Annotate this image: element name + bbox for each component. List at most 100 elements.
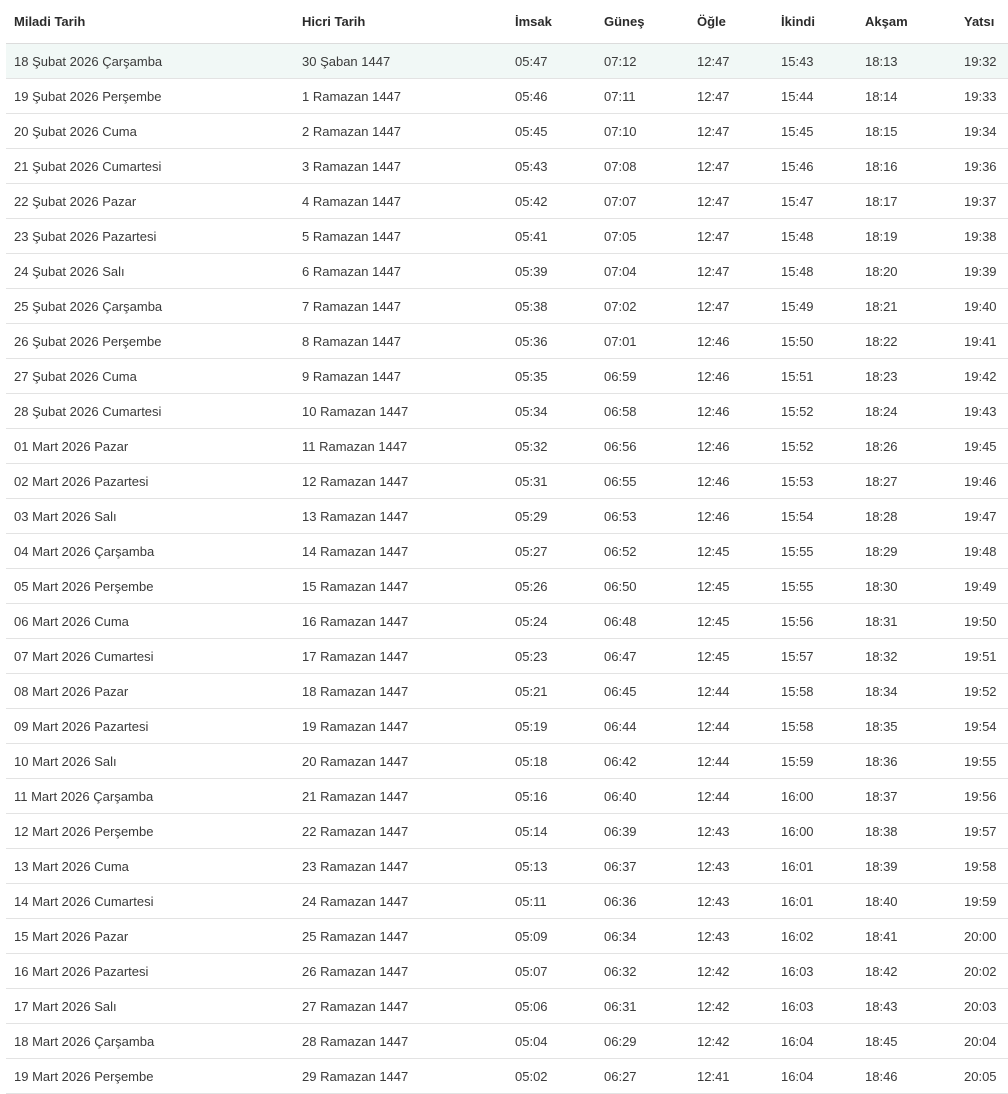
cell-gunes: 06:48 bbox=[604, 603, 697, 639]
table-row: 07 Mart 2026 Cumartesi 17 Ramazan 1447 05:… bbox=[6, 638, 1008, 674]
cell-hicri-tarih: 10 Ramazan 1447 bbox=[302, 393, 515, 429]
cell-gunes: 06:59 bbox=[604, 358, 697, 394]
table-row: 14 Mart 2026 Cumartesi 24 Ramazan 1447 05:… bbox=[6, 883, 1008, 919]
cell-yatsi: 19:40 bbox=[964, 288, 1008, 324]
table-row: 13 Mart 2026 Cuma 23 Ramazan 1447 05:13 06:… bbox=[6, 848, 1008, 884]
table-row: 06 Mart 2026 Cuma 16 Ramazan 1447 05:24 06:… bbox=[6, 603, 1008, 639]
cell-ikindi: 15:48 bbox=[781, 253, 865, 289]
cell-gunes: 07:07 bbox=[604, 183, 697, 219]
cell-ikindi: 15:52 bbox=[781, 428, 865, 464]
cell-ogle: 12:44 bbox=[697, 673, 781, 709]
cell-ogle: 12:46 bbox=[697, 393, 781, 429]
cell-gunes: 06:37 bbox=[604, 848, 697, 884]
cell-imsak: 05:24 bbox=[515, 603, 604, 639]
cell-gunes: 06:47 bbox=[604, 638, 697, 674]
cell-hicri-tarih: 29 Ramazan 1447 bbox=[302, 1058, 515, 1094]
cell-hicri-tarih: 22 Ramazan 1447 bbox=[302, 813, 515, 849]
cell-ogle: 12:45 bbox=[697, 533, 781, 569]
cell-imsak: 05:32 bbox=[515, 428, 604, 464]
cell-ogle: 12:43 bbox=[697, 813, 781, 849]
cell-aksam: 18:22 bbox=[865, 323, 964, 359]
cell-yatsi: 19:38 bbox=[964, 218, 1008, 254]
cell-miladi-tarih: 22 Şubat 2026 Pazar bbox=[6, 183, 302, 219]
cell-ogle: 12:46 bbox=[697, 358, 781, 394]
cell-ogle: 12:46 bbox=[697, 463, 781, 499]
cell-hicri-tarih: 5 Ramazan 1447 bbox=[302, 218, 515, 254]
cell-imsak: 05:42 bbox=[515, 183, 604, 219]
cell-miladi-tarih: 17 Mart 2026 Salı bbox=[6, 988, 302, 1024]
cell-yatsi: 19:33 bbox=[964, 78, 1008, 114]
cell-ikindi: 15:58 bbox=[781, 708, 865, 744]
cell-hicri-tarih: 11 Ramazan 1447 bbox=[302, 428, 515, 464]
table-row: 12 Mart 2026 Perşembe 22 Ramazan 1447 05:1… bbox=[6, 813, 1008, 849]
cell-hicri-tarih: 28 Ramazan 1447 bbox=[302, 1023, 515, 1059]
cell-ogle: 12:43 bbox=[697, 883, 781, 919]
cell-ikindi: 16:03 bbox=[781, 953, 865, 989]
cell-hicri-tarih: 26 Ramazan 1447 bbox=[302, 953, 515, 989]
cell-ikindi: 15:55 bbox=[781, 568, 865, 604]
cell-ogle: 12:44 bbox=[697, 778, 781, 814]
cell-aksam: 18:32 bbox=[865, 638, 964, 674]
cell-miladi-tarih: 11 Mart 2026 Çarşamba bbox=[6, 778, 302, 814]
cell-yatsi: 19:45 bbox=[964, 428, 1008, 464]
cell-gunes: 07:08 bbox=[604, 148, 697, 184]
cell-ogle: 12:47 bbox=[697, 253, 781, 289]
cell-aksam: 18:24 bbox=[865, 393, 964, 429]
cell-imsak: 05:23 bbox=[515, 638, 604, 674]
cell-gunes: 06:42 bbox=[604, 743, 697, 779]
cell-aksam: 18:28 bbox=[865, 498, 964, 534]
cell-aksam: 18:29 bbox=[865, 533, 964, 569]
cell-ikindi: 16:04 bbox=[781, 1058, 865, 1094]
table-row: 05 Mart 2026 Perşembe 15 Ramazan 1447 05:2… bbox=[6, 568, 1008, 604]
table-row: 26 Şubat 2026 Perşembe 8 Ramazan 1447 05:3… bbox=[6, 323, 1008, 359]
col-header-ikindi: İkindi bbox=[781, 0, 865, 44]
cell-miladi-tarih: 05 Mart 2026 Perşembe bbox=[6, 568, 302, 604]
cell-yatsi: 19:49 bbox=[964, 568, 1008, 604]
cell-hicri-tarih: 4 Ramazan 1447 bbox=[302, 183, 515, 219]
cell-hicri-tarih: 20 Ramazan 1447 bbox=[302, 743, 515, 779]
cell-imsak: 05:26 bbox=[515, 568, 604, 604]
cell-hicri-tarih: 2 Ramazan 1447 bbox=[302, 113, 515, 149]
cell-ogle: 12:47 bbox=[697, 218, 781, 254]
cell-imsak: 05:04 bbox=[515, 1023, 604, 1059]
cell-gunes: 07:12 bbox=[604, 43, 697, 79]
cell-yatsi: 20:02 bbox=[964, 953, 1008, 989]
cell-imsak: 05:16 bbox=[515, 778, 604, 814]
cell-yatsi: 19:56 bbox=[964, 778, 1008, 814]
cell-imsak: 05:19 bbox=[515, 708, 604, 744]
cell-aksam: 18:39 bbox=[865, 848, 964, 884]
table-row: 09 Mart 2026 Pazartesi 19 Ramazan 1447 05:… bbox=[6, 708, 1008, 744]
cell-ogle: 12:46 bbox=[697, 428, 781, 464]
table-row: 22 Şubat 2026 Pazar 4 Ramazan 1447 05:42 07… bbox=[6, 183, 1008, 219]
cell-hicri-tarih: 14 Ramazan 1447 bbox=[302, 533, 515, 569]
cell-hicri-tarih: 27 Ramazan 1447 bbox=[302, 988, 515, 1024]
cell-ikindi: 15:52 bbox=[781, 393, 865, 429]
cell-imsak: 05:14 bbox=[515, 813, 604, 849]
cell-yatsi: 19:52 bbox=[964, 673, 1008, 709]
cell-gunes: 07:11 bbox=[604, 78, 697, 114]
cell-miladi-tarih: 23 Şubat 2026 Pazartesi bbox=[6, 218, 302, 254]
cell-ikindi: 15:50 bbox=[781, 323, 865, 359]
col-header-ogle: Öğle bbox=[697, 0, 781, 44]
cell-ogle: 12:42 bbox=[697, 1023, 781, 1059]
cell-miladi-tarih: 28 Şubat 2026 Cumartesi bbox=[6, 393, 302, 429]
cell-gunes: 06:31 bbox=[604, 988, 697, 1024]
cell-aksam: 18:40 bbox=[865, 883, 964, 919]
cell-aksam: 18:34 bbox=[865, 673, 964, 709]
cell-yatsi: 19:54 bbox=[964, 708, 1008, 744]
cell-gunes: 06:58 bbox=[604, 393, 697, 429]
cell-aksam: 18:13 bbox=[865, 43, 964, 79]
cell-miladi-tarih: 06 Mart 2026 Cuma bbox=[6, 603, 302, 639]
cell-yatsi: 19:50 bbox=[964, 603, 1008, 639]
cell-ikindi: 15:59 bbox=[781, 743, 865, 779]
cell-hicri-tarih: 9 Ramazan 1447 bbox=[302, 358, 515, 394]
cell-ikindi: 15:54 bbox=[781, 498, 865, 534]
cell-miladi-tarih: 18 Mart 2026 Çarşamba bbox=[6, 1023, 302, 1059]
cell-hicri-tarih: 30 Şaban 1447 bbox=[302, 43, 515, 79]
col-header-imsak: İmsak bbox=[515, 0, 604, 44]
cell-gunes: 07:04 bbox=[604, 253, 697, 289]
cell-yatsi: 20:05 bbox=[964, 1058, 1008, 1094]
cell-ikindi: 16:00 bbox=[781, 778, 865, 814]
table-row: 08 Mart 2026 Pazar 18 Ramazan 1447 05:21 06… bbox=[6, 673, 1008, 709]
cell-imsak: 05:35 bbox=[515, 358, 604, 394]
